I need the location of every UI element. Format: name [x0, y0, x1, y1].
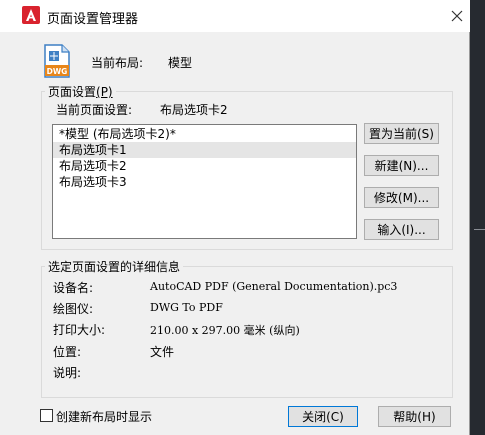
- details-group-title: 选定页面设置的详细信息: [45, 258, 184, 275]
- list-item[interactable]: 布局选项卡2: [53, 158, 356, 174]
- close-window-button[interactable]: [446, 5, 468, 27]
- autocad-logo-icon: [22, 6, 40, 24]
- close-button[interactable]: 关闭(C): [288, 406, 358, 427]
- device-name-label: 设备名:: [53, 281, 94, 295]
- location-label: 位置:: [53, 345, 82, 359]
- window-title: 页面设置管理器: [47, 12, 139, 27]
- import-button[interactable]: 输入(I)...: [364, 219, 439, 240]
- page-setups-group-title: 页面设置(P): [45, 83, 116, 100]
- set-current-button[interactable]: 置为当前(S): [364, 123, 439, 144]
- show-on-new-layout-checkbox[interactable]: [40, 409, 53, 422]
- device-name-value: AutoCAD PDF (General Documentation).pc3: [150, 280, 398, 293]
- help-button[interactable]: 帮助(H): [378, 406, 451, 427]
- close-icon: [451, 10, 463, 22]
- plotter-label: 绘图仪:: [53, 302, 94, 316]
- svg-text:DWG: DWG: [47, 67, 68, 76]
- current-layout-label: 当前布局:: [91, 56, 144, 70]
- new-button[interactable]: 新建(N)...: [364, 155, 439, 176]
- page-setup-manager-dialog: 页面设置管理器 DWG 当前布局: 模型 页面设置(P) 当前页面设置: 布局选…: [0, 0, 470, 435]
- current-page-setup-value: 布局选项卡2: [160, 103, 228, 117]
- plot-size-label: 打印大小:: [53, 323, 106, 337]
- list-item-selected[interactable]: 布局选项卡1: [53, 142, 356, 158]
- show-on-new-layout-label[interactable]: 创建新布局时显示: [56, 408, 152, 425]
- background-workspace: [470, 0, 485, 435]
- current-page-setup-label: 当前页面设置:: [56, 103, 133, 117]
- list-item[interactable]: *模型 (布局选项卡2)*: [53, 126, 356, 142]
- plotter-value: DWG To PDF: [150, 301, 223, 314]
- page-setups-listbox[interactable]: *模型 (布局选项卡2)* 布局选项卡1 布局选项卡2 布局选项卡3: [52, 124, 357, 239]
- location-value: 文件: [150, 345, 175, 359]
- current-layout-value: 模型: [168, 56, 193, 70]
- layout-document-icon: DWG: [44, 44, 70, 78]
- description-label: 说明:: [53, 366, 82, 380]
- background-tick: [474, 229, 485, 230]
- list-item[interactable]: 布局选项卡3: [53, 174, 356, 190]
- modify-button[interactable]: 修改(M)...: [364, 187, 439, 208]
- plot-size-value: 210.00 x 297.00 毫米 (纵向): [150, 324, 300, 337]
- title-bar[interactable]: 页面设置管理器: [0, 0, 470, 32]
